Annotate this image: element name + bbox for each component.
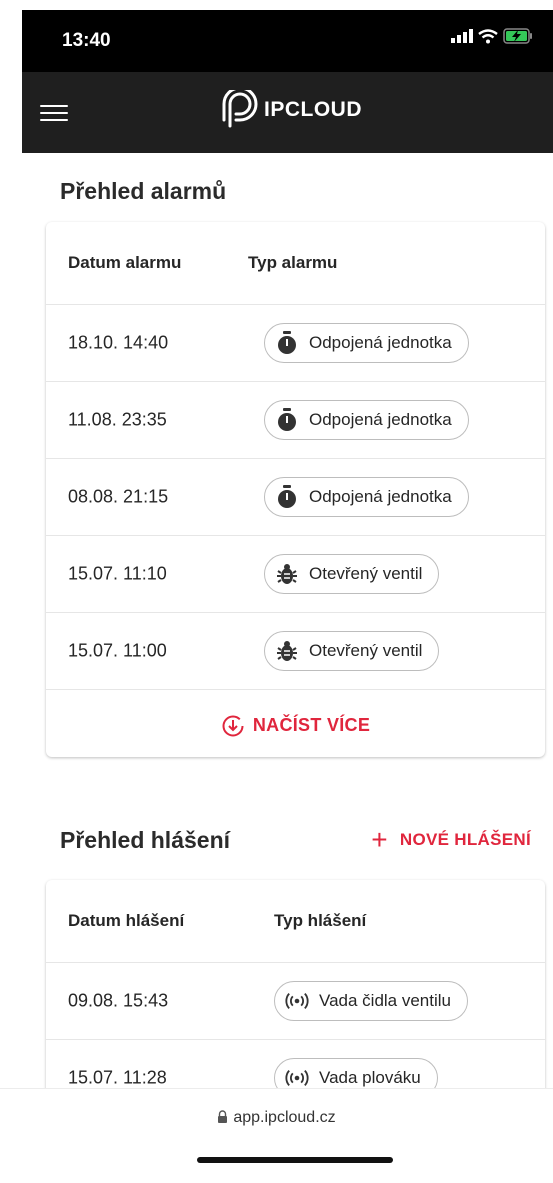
- table-row[interactable]: 08.08. 21:15 Odpojená jednotka: [46, 458, 545, 535]
- alarm-date: 11.08. 23:35: [68, 409, 167, 430]
- load-more-button[interactable]: NAČÍST VÍCE: [46, 689, 545, 757]
- url-text: app.ipcloud.cz: [233, 1109, 336, 1126]
- hamburger-icon: [40, 105, 68, 107]
- load-more-label: NAČÍST VÍCE: [252, 715, 371, 735]
- stopwatch-icon: [275, 485, 299, 509]
- table-row[interactable]: 15.07. 11:00 Otevřený ventil: [46, 612, 545, 689]
- broadcast-icon: [285, 1066, 309, 1090]
- app-header-area: 13:40 IPCLOUD: [22, 10, 553, 153]
- column-header-date: Datum hlášení: [68, 911, 185, 930]
- alarms-table-header: Datum alarmu Typ alarmu: [46, 222, 545, 304]
- alarm-date: 08.08. 21:15: [68, 486, 169, 507]
- broadcast-icon: [285, 989, 309, 1013]
- alarms-title: Přehled alarmů: [60, 178, 227, 204]
- alarm-type-chip[interactable]: Odpojená jednotka: [264, 400, 469, 440]
- home-indicator[interactable]: [197, 1157, 393, 1163]
- menu-button[interactable]: [34, 98, 74, 128]
- column-header-type: Typ alarmu: [248, 253, 338, 272]
- new-report-label: NOVÉ HLÁŠENÍ: [399, 830, 531, 849]
- alarm-date: 15.07. 11:10: [68, 563, 167, 584]
- table-row[interactable]: 18.10. 14:40 Odpojená jednotka: [46, 304, 545, 381]
- app-bar: IPCLOUD: [22, 72, 553, 153]
- report-type-chip[interactable]: Vada čidla ventilu: [274, 981, 468, 1021]
- lock-icon: [218, 1110, 228, 1123]
- alarm-type-label: Odpojená jednotka: [309, 410, 452, 429]
- alarm-type-label: Odpojená jednotka: [309, 333, 452, 352]
- battery-charging-icon: [503, 28, 532, 44]
- table-row[interactable]: 09.08. 15:43 Vada čidla ventilu: [46, 962, 545, 1039]
- reports-title: Přehled hlášení: [60, 827, 231, 853]
- alarms-card: Datum alarmu Typ alarmu 18.10. 14:40 Odp…: [46, 222, 545, 757]
- status-bar: 13:40: [22, 10, 553, 72]
- report-date: 15.07. 11:28: [68, 1067, 167, 1088]
- plus-icon: +: [371, 824, 388, 855]
- bug-icon: [275, 639, 299, 663]
- reports-card: Datum hlášení Typ hlášení 09.08. 15:43 V…: [46, 880, 545, 1120]
- table-row[interactable]: 15.07. 11:10 Otevřený ventil: [46, 535, 545, 612]
- report-type-label: Vada plováku: [319, 1068, 421, 1087]
- alarm-type-label: Otevřený ventil: [309, 641, 423, 660]
- url-bar[interactable]: app.ipcloud.cz: [0, 1109, 553, 1127]
- bug-icon: [275, 562, 299, 586]
- stopwatch-icon: [275, 408, 299, 432]
- alarm-type-chip[interactable]: Odpojená jednotka: [264, 323, 469, 363]
- new-report-button[interactable]: + NOVÉ HLÁŠENÍ: [371, 826, 531, 854]
- alarm-type-chip[interactable]: Otevřený ventil: [264, 554, 440, 594]
- ipcloud-logo-icon: [222, 90, 258, 128]
- status-icons: [451, 28, 533, 44]
- alarm-type-label: Otevřený ventil: [309, 564, 423, 583]
- brand-name: IPCLOUD: [264, 98, 362, 121]
- alarm-date: 15.07. 11:00: [68, 640, 167, 661]
- column-header-type: Typ hlášení: [274, 911, 367, 930]
- wifi-icon: [478, 28, 498, 43]
- alarm-type-chip[interactable]: Otevřený ventil: [264, 631, 440, 671]
- signal-icon: [451, 29, 473, 43]
- status-time: 13:40: [62, 30, 111, 51]
- download-circle-icon: [222, 715, 244, 736]
- brand-logo: IPCLOUD: [220, 90, 362, 130]
- alarm-type-chip[interactable]: Odpojená jednotka: [264, 477, 469, 517]
- alarm-date: 18.10. 14:40: [68, 332, 169, 353]
- report-type-label: Vada čidla ventilu: [319, 991, 451, 1010]
- alarm-type-label: Odpojená jednotka: [309, 487, 452, 506]
- browser-bar: app.ipcloud.cz: [0, 1088, 553, 1183]
- stopwatch-icon: [275, 331, 299, 355]
- report-date: 09.08. 15:43: [68, 990, 169, 1011]
- column-header-date: Datum alarmu: [68, 253, 182, 272]
- table-row[interactable]: 11.08. 23:35 Odpojená jednotka: [46, 381, 545, 458]
- reports-table-header: Datum hlášení Typ hlášení: [46, 880, 545, 962]
